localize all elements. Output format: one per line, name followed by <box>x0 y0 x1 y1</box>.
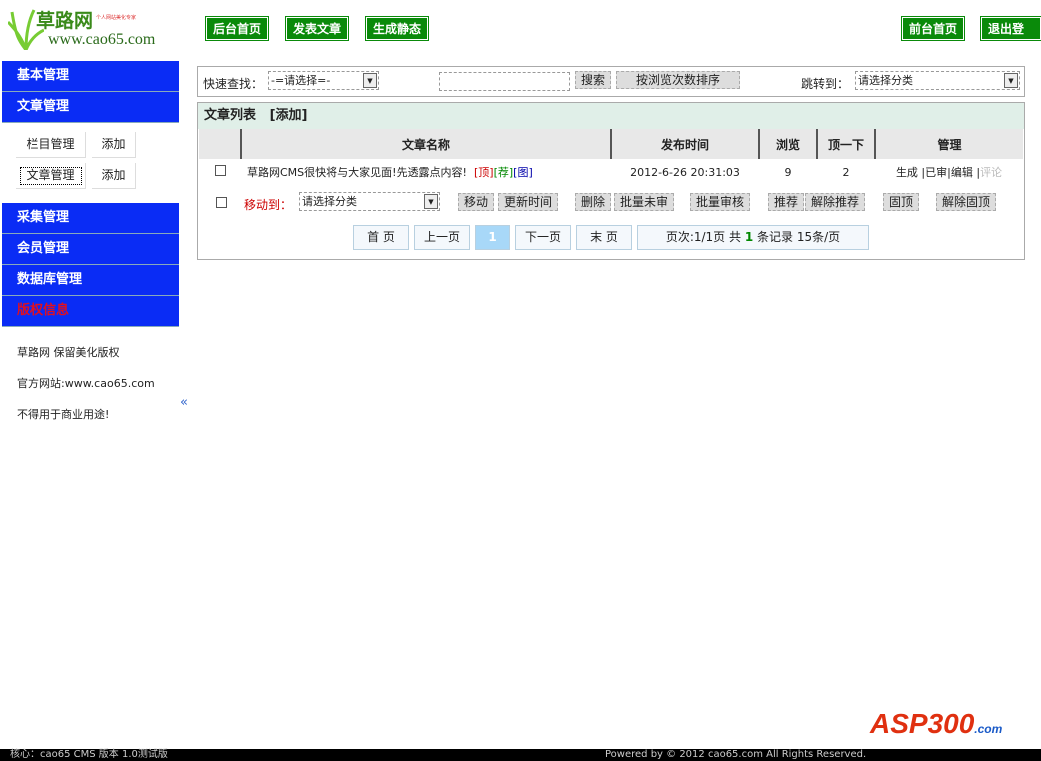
sidebar-item-database[interactable]: 数据库管理 <box>2 265 179 296</box>
move-button[interactable]: 移动 <box>458 193 495 211</box>
chevron-down-icon: ▼ <box>424 194 438 209</box>
logout-button[interactable]: 退出登陆 <box>980 16 1041 59</box>
page-info: 页次:1/1页 共 1 条记录 15条/页 <box>637 225 869 250</box>
article-title-link[interactable]: 草路网CMS很快将与大家见面!先透露点内容! <box>247 166 467 179</box>
category-add-link[interactable]: 添加 <box>92 132 136 158</box>
watermark-logo: ASP300.com <box>870 708 1003 739</box>
article-add-link[interactable]: 添加 <box>92 163 136 189</box>
sidebar: 基本管理 文章管理 栏目管理 添加 文章管理 添加 采集管理 会员管理 数据库管理 … <box>2 61 179 430</box>
recommend-button[interactable]: 推荐 <box>768 193 805 211</box>
front-home-button[interactable]: 前台首页 <box>900 16 966 41</box>
prev-page-button[interactable]: 上一页 <box>414 225 470 250</box>
current-page-button[interactable]: 1 <box>475 225 510 250</box>
sidebar-item-copyright[interactable]: 版权信息 <box>2 296 179 327</box>
batch-approve-button[interactable]: 批量审核 <box>690 193 751 211</box>
chevron-down-icon: ▼ <box>363 73 377 88</box>
copyright-info: 草路网 保留美化版权 官方网站:www.cao65.com 不得用于商业用途! <box>17 346 155 421</box>
search-bar: 快速查找： -=请选择=- ▼ 搜索 按浏览次数排序 跳转到： 请选择分类 ▼ <box>197 66 1025 97</box>
row-checkbox[interactable] <box>214 165 226 176</box>
generate-static-button[interactable]: 生成静态 <box>364 16 430 41</box>
jump-category-select[interactable]: 请选择分类 ▼ <box>855 71 1020 90</box>
article-table: 文章名称 发布时间 浏览 顶一下 管理 草路网CMS很快将与大家见面!先透露点内… <box>199 129 1023 185</box>
next-page-button[interactable]: 下一页 <box>515 225 571 250</box>
chevron-down-icon: ▼ <box>1004 73 1018 88</box>
article-list-panel: 文章列表 [添加] 文章名称 发布时间 浏览 顶一下 管理 草路网CMS很快将与… <box>197 102 1025 260</box>
logo: 草路网 个人网站美化专家 www.cao65.com <box>8 6 173 52</box>
category-manage-link[interactable]: 栏目管理 <box>16 132 86 158</box>
batch-unapprove-button[interactable]: 批量未审 <box>614 193 675 211</box>
panel-header: 文章列表 [添加] <box>198 103 1024 129</box>
delete-button[interactable]: 删除 <box>575 193 612 211</box>
article-submenu: 栏目管理 添加 文章管理 添加 <box>2 123 179 203</box>
article-manage-link[interactable]: 文章管理 <box>16 163 86 189</box>
edit-link[interactable]: 编辑 <box>951 166 973 179</box>
sidebar-item-articles[interactable]: 文章管理 <box>2 92 179 123</box>
add-article-link[interactable]: [添加] <box>270 108 308 123</box>
move-category-select[interactable]: 请选择分类 ▼ <box>299 192 440 211</box>
sidebar-item-basic[interactable]: 基本管理 <box>2 61 179 92</box>
quick-find-select[interactable]: -=请选择=- ▼ <box>268 71 379 90</box>
last-page-button[interactable]: 末 页 <box>576 225 632 250</box>
post-article-button[interactable]: 发表文章 <box>284 16 350 41</box>
admin-home-button[interactable]: 后台首页 <box>204 16 270 41</box>
select-all-checkbox[interactable] <box>216 197 227 208</box>
sidebar-item-collect[interactable]: 采集管理 <box>2 203 179 234</box>
search-input[interactable] <box>439 72 570 91</box>
unpin-button[interactable]: 解除固顶 <box>936 193 997 211</box>
sort-by-views-button[interactable]: 按浏览次数排序 <box>616 71 740 89</box>
unrecommend-button[interactable]: 解除推荐 <box>805 193 866 211</box>
approved-link[interactable]: 已审 <box>925 166 947 179</box>
collapse-sidebar-icon[interactable]: « <box>180 395 188 410</box>
comment-link[interactable]: 评论 <box>980 166 1002 179</box>
table-row: 草路网CMS很快将与大家见面!先透露点内容! [顶][荐][图] 2012-6-… <box>199 159 1023 185</box>
search-button[interactable]: 搜索 <box>575 71 612 89</box>
update-time-button[interactable]: 更新时间 <box>498 193 559 211</box>
generate-link[interactable]: 生成 <box>896 166 918 179</box>
pin-button[interactable]: 固顶 <box>883 193 920 211</box>
footer: 核心：cao65 CMS 版本 1.0测试版 Powered by © 2012… <box>0 749 1041 761</box>
first-page-button[interactable]: 首 页 <box>353 225 409 250</box>
sidebar-item-members[interactable]: 会员管理 <box>2 234 179 265</box>
